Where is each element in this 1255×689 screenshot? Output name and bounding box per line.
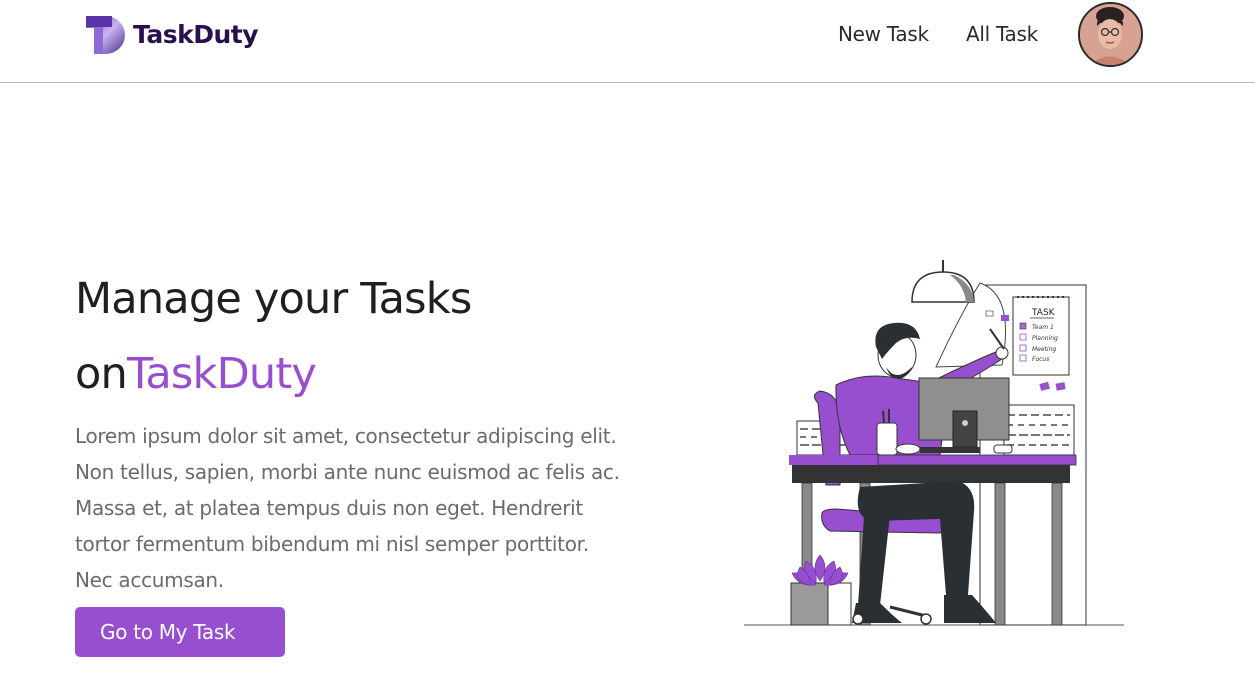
go-to-my-task-button[interactable]: Go to My Task — [75, 607, 285, 657]
checklist-item-2: Planning — [1032, 335, 1058, 342]
checklist-item-3: Meeting — [1032, 346, 1056, 353]
user-avatar[interactable] — [1078, 2, 1143, 67]
person-at-desk-illustration: TASK Team 1 Planning Meeting Focus — [744, 260, 1124, 626]
taskduty-logo-icon — [86, 15, 125, 54]
brand-name: TaskDuty — [133, 19, 259, 49]
hero-description: Lorem ipsum dolor sit amet, consectetur … — [75, 424, 620, 592]
nav-link-all-task[interactable]: All Task — [966, 22, 1038, 46]
checklist-item-4: Focus — [1032, 356, 1049, 363]
navbar: TaskDuty New Task All Task — [0, 0, 1255, 83]
hero-title: Manage your Tasks onTaskDuty — [75, 262, 635, 412]
avatar-portrait-icon — [1080, 4, 1141, 65]
checklist-item-1: Team 1 — [1032, 324, 1054, 331]
checklist-title: TASK — [1031, 308, 1056, 318]
hero-title-line1: Manage your Tasks — [75, 274, 472, 324]
hero-title-brand: TaskDuty — [126, 349, 317, 399]
hero-title-prefix: on — [75, 349, 128, 399]
brand-link[interactable]: TaskDuty — [84, 13, 259, 55]
nav-link-new-task[interactable]: New Task — [838, 22, 929, 46]
